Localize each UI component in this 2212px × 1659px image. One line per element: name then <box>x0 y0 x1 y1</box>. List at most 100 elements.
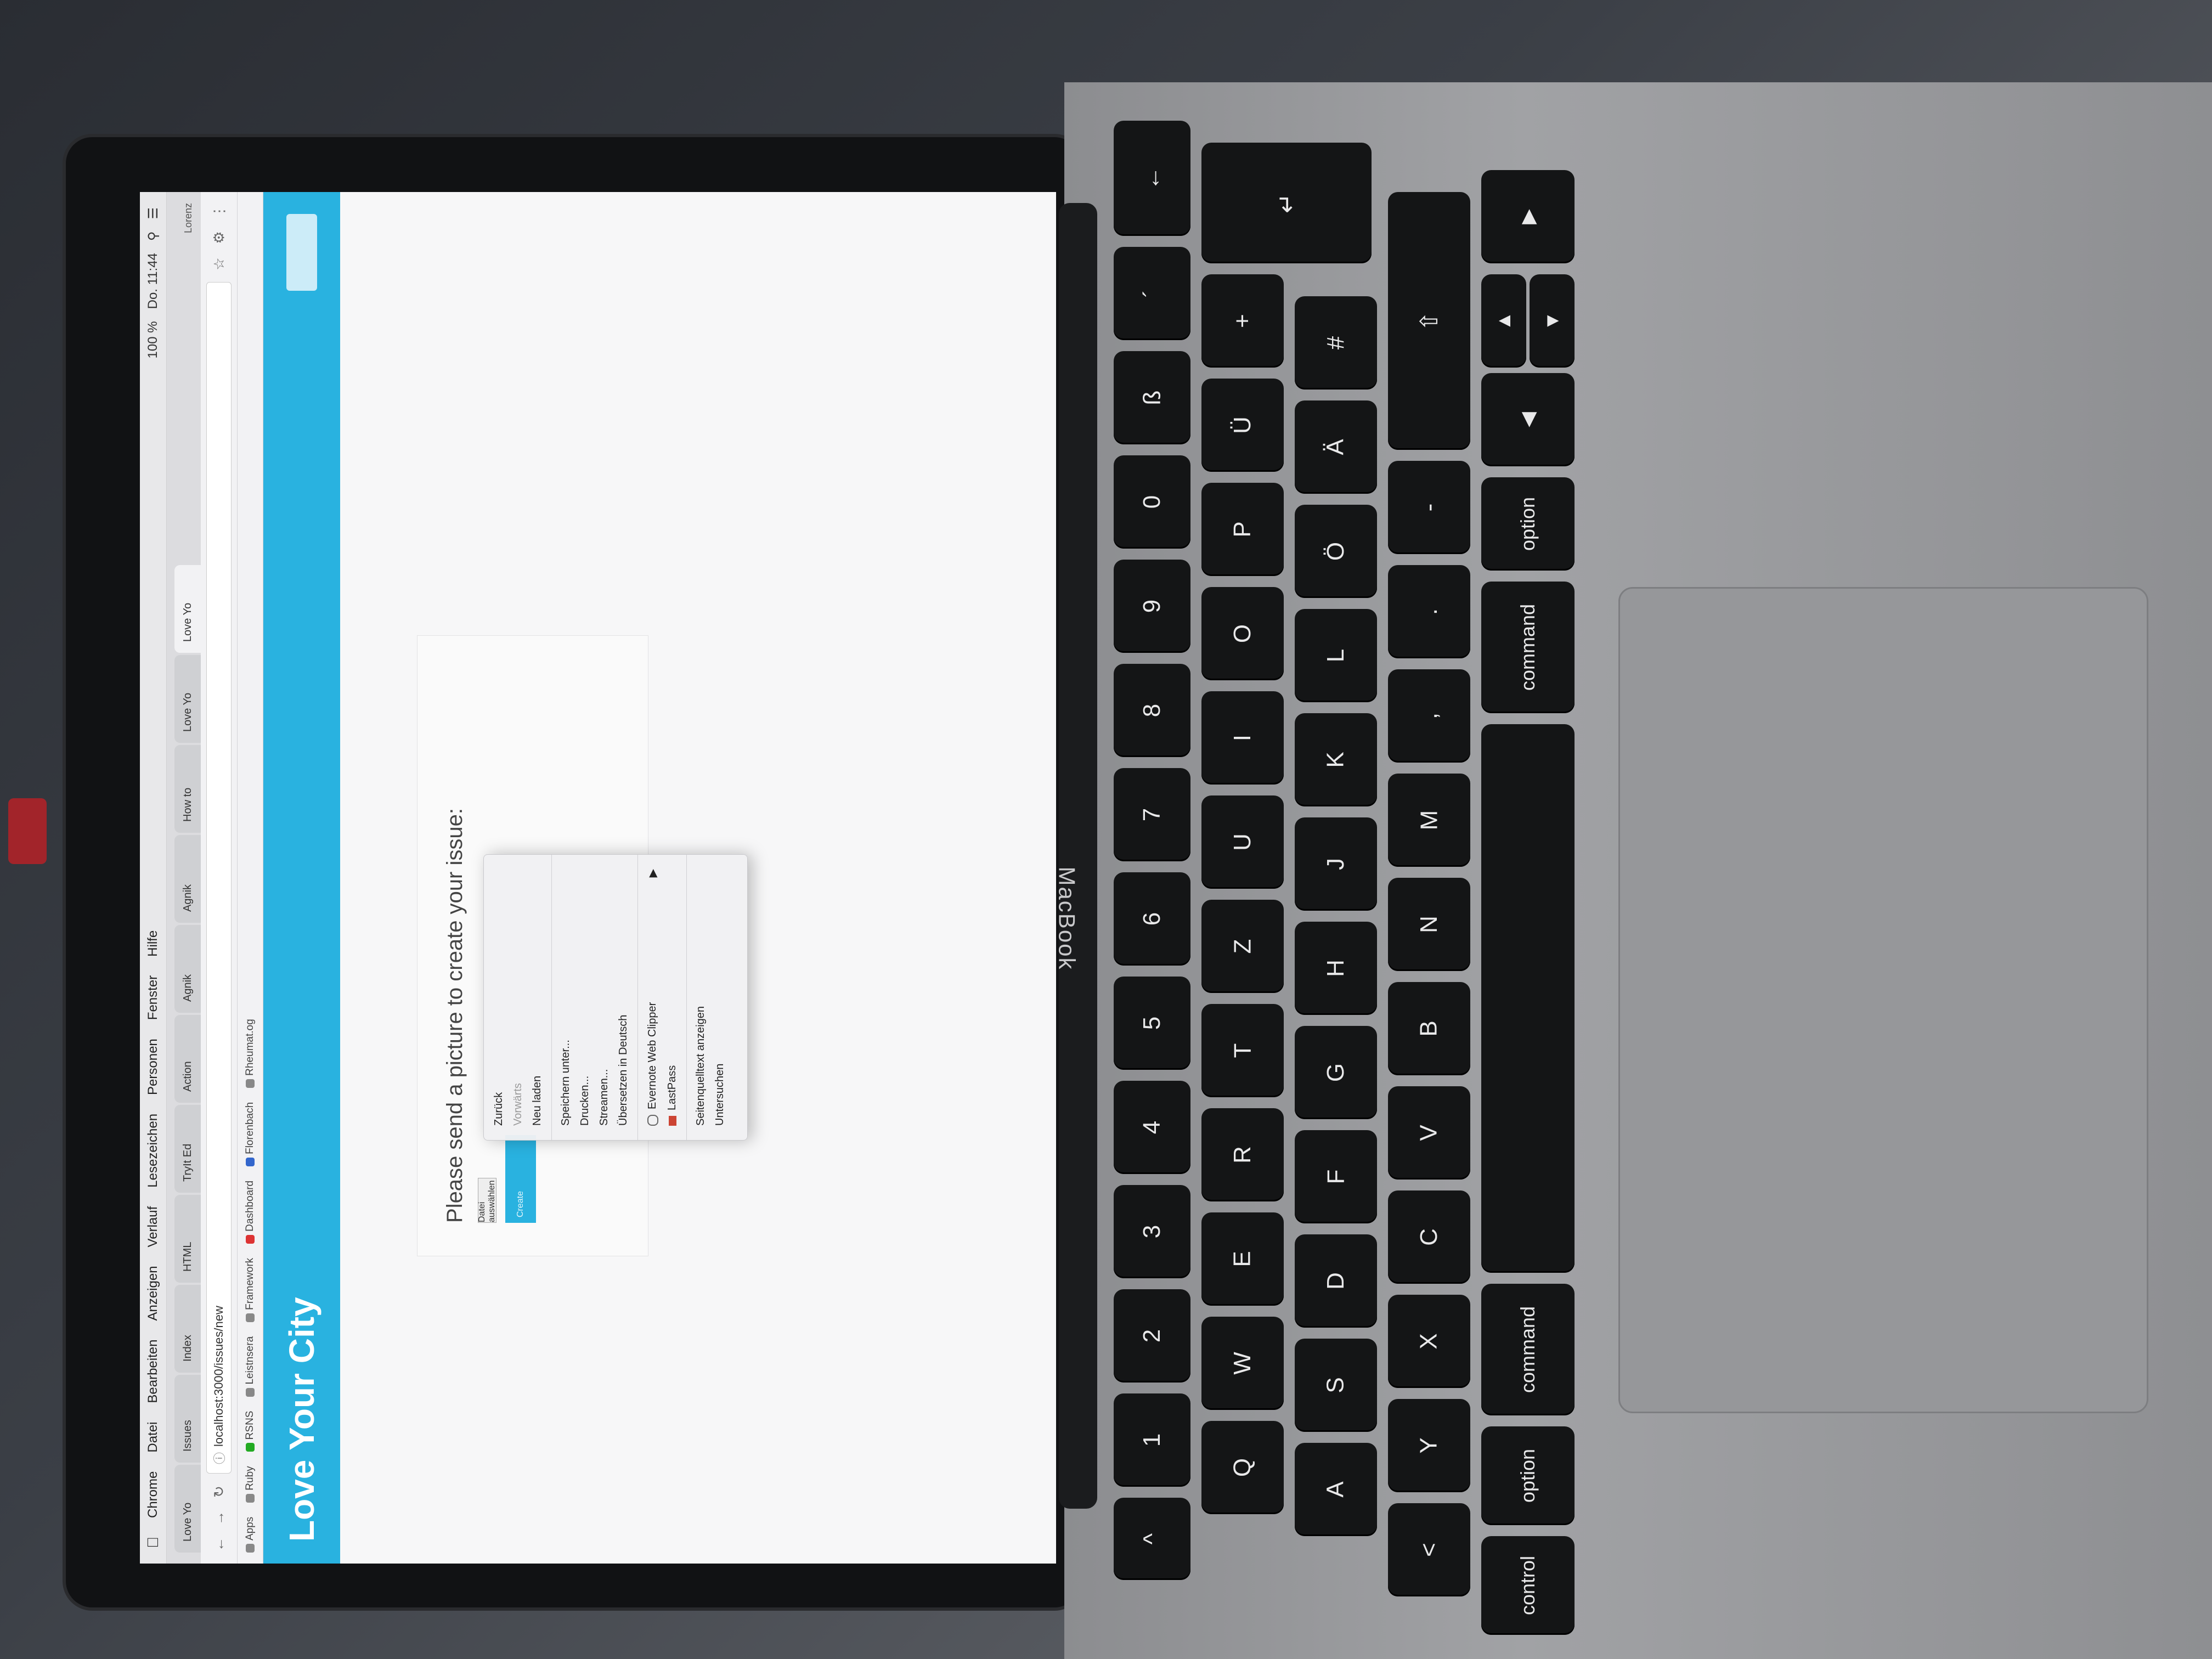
ctx-print[interactable]: Drucken... <box>575 855 595 1140</box>
menu-item-file[interactable]: Datei <box>145 1422 161 1453</box>
browser-tab[interactable]: Agnik <box>174 835 201 923</box>
menu-item-help[interactable]: Hilfe <box>145 930 161 957</box>
ctx-evernote[interactable]: Evernote Web Clipper ▶ <box>642 855 663 1140</box>
menu-item-bookmarks[interactable]: Lesezeichen <box>145 1114 161 1188</box>
bookmark-item[interactable]: Leistnsera <box>244 1336 256 1397</box>
option-key-right[interactable]: option <box>1481 477 1575 571</box>
ctx-lastpass[interactable]: LastPass <box>663 855 682 1140</box>
ctx-back[interactable]: Zurück <box>489 855 509 1140</box>
browser-tab[interactable]: HTML <box>174 1195 201 1283</box>
browser-tab[interactable]: Index <box>174 1285 201 1373</box>
browser-tab[interactable]: Agnik <box>174 925 201 1013</box>
key[interactable]: W <box>1201 1317 1284 1410</box>
bookmark-item[interactable]: Rheumat.og <box>244 1019 256 1088</box>
key[interactable]: C <box>1388 1190 1470 1284</box>
menu-item-window[interactable]: Fenster <box>145 975 161 1020</box>
bookmark-item[interactable]: Apps <box>244 1517 256 1553</box>
ctx-view-source[interactable]: Seitenquelltext anzeigen <box>691 855 710 1140</box>
browser-tab[interactable]: Love Yo <box>174 655 201 743</box>
key[interactable]: ^ <box>1114 1498 1190 1580</box>
bookmark-item[interactable]: Framework <box>244 1258 256 1322</box>
menu-app-name[interactable]: Chrome <box>145 1471 161 1518</box>
create-button[interactable]: Create <box>505 1135 536 1223</box>
key[interactable]: D <box>1295 1234 1377 1328</box>
reload-icon[interactable]: ↻ <box>211 1483 228 1500</box>
bookmark-item[interactable]: Florenbach <box>244 1102 256 1166</box>
key[interactable]: . <box>1388 565 1470 658</box>
apple-icon[interactable]:  <box>144 1537 162 1548</box>
backspace-key[interactable]: ← <box>1114 121 1190 236</box>
battery-status[interactable]: 100 % <box>145 321 161 358</box>
browser-tab[interactable]: Love Yo <box>174 1465 201 1553</box>
browser-tab[interactable]: Issues <box>174 1375 201 1463</box>
key[interactable]: 0 <box>1114 455 1190 549</box>
browser-tab[interactable]: TryIt Ed <box>174 1105 201 1193</box>
key[interactable]: U <box>1201 795 1284 889</box>
bookmark-item[interactable]: Ruby <box>244 1466 256 1503</box>
key[interactable]: 6 <box>1114 872 1190 966</box>
shift-key[interactable]: ⇧ <box>1388 192 1470 450</box>
arrow-right-key[interactable]: ▶ <box>1481 170 1575 263</box>
ctx-inspect[interactable]: Untersuchen <box>710 855 730 1140</box>
header-button[interactable] <box>286 214 317 291</box>
app-brand[interactable]: Love Your City <box>281 1297 322 1542</box>
extension-icon[interactable]: ⚙ <box>211 229 228 246</box>
key[interactable]: Ö <box>1295 505 1377 598</box>
menu-item-history[interactable]: Verlauf <box>145 1206 161 1248</box>
key[interactable]: < <box>1388 1503 1470 1596</box>
key[interactable]: J <box>1295 817 1377 911</box>
key[interactable]: H <box>1295 922 1377 1015</box>
key[interactable]: K <box>1295 713 1377 806</box>
profile-name[interactable]: Lorenz <box>183 203 201 233</box>
key[interactable]: 9 <box>1114 560 1190 653</box>
back-arrow-icon[interactable]: ← <box>211 1536 228 1553</box>
key[interactable]: E <box>1201 1212 1284 1306</box>
key[interactable]: N <box>1388 878 1470 971</box>
browser-tab[interactable]: Action <box>174 1015 201 1103</box>
key[interactable]: R <box>1201 1108 1284 1201</box>
ctx-save-as[interactable]: Speichern unter... <box>556 855 575 1140</box>
key[interactable]: - <box>1388 461 1470 554</box>
key[interactable]: T <box>1201 1004 1284 1097</box>
command-key-right[interactable]: command <box>1481 582 1575 713</box>
browser-tab[interactable]: How to <box>174 745 201 833</box>
key[interactable]: # <box>1295 296 1377 390</box>
key[interactable]: A <box>1295 1443 1377 1536</box>
key[interactable]: 5 <box>1114 977 1190 1070</box>
star-icon[interactable]: ☆ <box>211 256 228 272</box>
key[interactable]: 1 <box>1114 1393 1190 1487</box>
menu-item-people[interactable]: Personen <box>145 1039 161 1095</box>
menu-list-icon[interactable]: ☰ <box>145 207 161 219</box>
key[interactable]: S <box>1295 1339 1377 1432</box>
menu-item-edit[interactable]: Bearbeiten <box>145 1340 161 1403</box>
key[interactable]: M <box>1388 774 1470 867</box>
ctx-reload[interactable]: Neu laden <box>528 855 547 1140</box>
key[interactable]: + <box>1201 274 1284 368</box>
key[interactable]: Y <box>1388 1399 1470 1492</box>
return-key[interactable]: ↵ <box>1201 143 1372 263</box>
key[interactable]: G <box>1295 1026 1377 1119</box>
bookmark-item[interactable]: RSNS <box>244 1411 256 1452</box>
key[interactable]: 3 <box>1114 1185 1190 1278</box>
bookmark-item[interactable]: Dashboard <box>244 1181 256 1244</box>
more-menu-icon[interactable]: ⋮ <box>211 203 228 219</box>
menu-item-view[interactable]: Anzeigen <box>145 1266 161 1321</box>
key[interactable]: L <box>1295 609 1377 702</box>
key[interactable]: Z <box>1201 900 1284 993</box>
ctx-translate[interactable]: Übersetzen in Deutsch <box>614 855 633 1140</box>
space-bar[interactable] <box>1481 724 1575 1273</box>
key[interactable]: 2 <box>1114 1289 1190 1383</box>
key[interactable]: Q <box>1201 1421 1284 1514</box>
browser-tab-active[interactable]: Love Yo <box>174 565 201 653</box>
option-key[interactable]: option <box>1481 1426 1575 1525</box>
key[interactable]: 7 <box>1114 768 1190 861</box>
key[interactable]: B <box>1388 982 1470 1075</box>
key[interactable]: 8 <box>1114 664 1190 757</box>
control-key[interactable]: control <box>1481 1536 1575 1635</box>
key[interactable]: 4 <box>1114 1081 1190 1174</box>
key[interactable]: X <box>1388 1295 1470 1388</box>
key[interactable]: , <box>1388 669 1470 763</box>
search-icon[interactable]: ⚲ <box>145 232 161 241</box>
arrow-down-key[interactable]: ▼ <box>1530 274 1575 368</box>
clock[interactable]: Do. 11:44 <box>145 253 161 309</box>
